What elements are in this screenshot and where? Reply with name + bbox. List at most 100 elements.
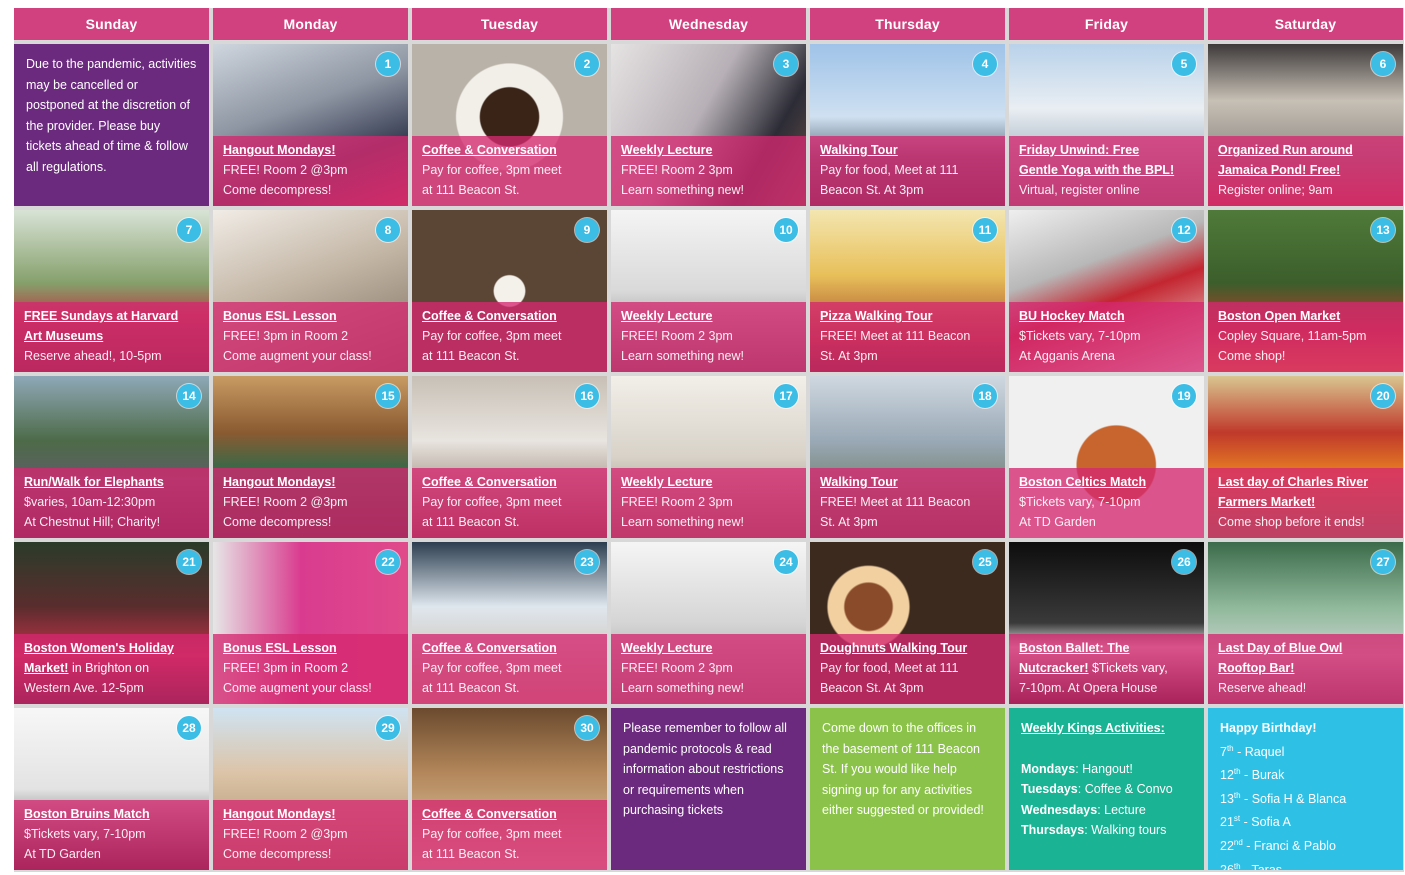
birthday-date-suffix: st <box>1233 814 1241 824</box>
event-detail: Beacon St. At 3pm <box>820 681 924 695</box>
day-cell[interactable]: 28 Boston Bruins Match $Tickets vary, 7-10… <box>14 708 209 870</box>
event-title-link-line2[interactable]: Gentle Yoga with the BPL! <box>1019 160 1198 180</box>
birthday-name: Burak <box>1251 768 1285 783</box>
day-cell[interactable]: 3 Weekly Lecture FREE! Room 2 3pm Learn som… <box>611 44 806 206</box>
birthday-date-suffix: th <box>1233 790 1241 800</box>
day-cell[interactable]: 9 Coffee & Conversation Pay for coffee, 3p… <box>412 210 607 372</box>
event-title-link-line2[interactable]: Art Museums <box>24 326 203 346</box>
day-cell[interactable]: 12 BU Hockey Match $Tickets vary, 7-10pm At… <box>1009 210 1204 372</box>
notice-offices: Come down to the offices in the basement… <box>810 708 1005 870</box>
day-cell[interactable]: 25 Doughnuts Walking Tour Pay for food, Me… <box>810 542 1005 704</box>
day-cell[interactable]: 6 Organized Run around Jamaica Pond! Free!… <box>1208 44 1403 206</box>
event-title-link[interactable]: Walking Tour <box>820 472 999 492</box>
weekly-kings-activities: Weekly Kings Activities: Mondays: Hangout… <box>1009 708 1204 870</box>
day-cell[interactable]: 26 Boston Ballet: The Nutcracker! $Tickets… <box>1009 542 1204 704</box>
kings-row: Mondays: Hangout! <box>1021 761 1133 776</box>
event-text: Walking Tour Pay for food, Meet at 111 Bea… <box>820 140 999 200</box>
day-cell[interactable]: 8 Bonus ESL Lesson FREE! 3pm in Room 2 Come… <box>213 210 408 372</box>
event-title-link[interactable]: Pizza Walking Tour <box>820 306 999 326</box>
event-title-link[interactable]: Friday Unwind: Free <box>1019 140 1198 160</box>
day-cell[interactable]: 13 Boston Open Market Copley Square, 11am-… <box>1208 210 1403 372</box>
weekday-header-friday: Friday <box>1009 8 1204 40</box>
event-title-link[interactable]: Weekly Lecture <box>621 140 800 160</box>
event-title-link[interactable]: Boston Celtics Match <box>1019 472 1198 492</box>
day-cell[interactable]: 27 Last Day of Blue Owl Rooftop Bar! Reserv… <box>1208 542 1403 704</box>
event-title-link[interactable]: Doughnuts Walking Tour <box>820 638 999 658</box>
event-title-link[interactable]: Hangout Mondays! <box>223 140 402 160</box>
event-title-link[interactable]: FREE Sundays at Harvard <box>24 306 203 326</box>
kings-title[interactable]: Weekly Kings Activities: <box>1021 718 1192 739</box>
day-cell[interactable]: 4 Walking Tour Pay for food, Meet at 111 Be… <box>810 44 1005 206</box>
event-detail-part: $Tickets vary, <box>1088 661 1168 675</box>
event-title-link[interactable]: Weekly Lecture <box>621 306 800 326</box>
day-number-badge: 30 <box>575 716 599 740</box>
birthday-date: 22 <box>1220 839 1234 854</box>
event-text: Weekly Lecture FREE! Room 2 3pm Learn some… <box>621 472 800 532</box>
day-number-badge: 7 <box>177 218 201 242</box>
event-title-link[interactable]: Walking Tour <box>820 140 999 160</box>
event-title-link[interactable]: Coffee & Conversation <box>422 306 601 326</box>
day-cell[interactable]: 16 Coffee & Conversation Pay for coffee, 3… <box>412 376 607 538</box>
event-text: BU Hockey Match $Tickets vary, 7-10pm At A… <box>1019 306 1198 366</box>
birthday-date-suffix: th <box>1233 767 1241 777</box>
day-cell[interactable]: 24 Weekly Lecture FREE! Room 2 3pm Learn so… <box>611 542 806 704</box>
day-cell[interactable]: 11 Pizza Walking Tour FREE! Meet at 111 Be… <box>810 210 1005 372</box>
day-cell[interactable]: 15 Hangout Mondays! FREE! Room 2 @3pm Come … <box>213 376 408 538</box>
day-cell[interactable]: 21 Boston Women's Holiday Market! in Brigh… <box>14 542 209 704</box>
event-title-link-line2[interactable]: Rooftop Bar! <box>1218 658 1397 678</box>
birthday-row: 22nd - Franci & Pablo <box>1220 838 1336 854</box>
event-title-link[interactable]: Organized Run around <box>1218 140 1397 160</box>
day-cell[interactable]: 22 Bonus ESL Lesson FREE! 3pm in Room 2 Com… <box>213 542 408 704</box>
day-cell[interactable]: 18 Walking Tour FREE! Meet at 111 Beacon St… <box>810 376 1005 538</box>
event-title-link[interactable]: Coffee & Conversation <box>422 638 601 658</box>
event-text: FREE Sundays at Harvard Art Museums Reserv… <box>24 306 203 366</box>
day-cell[interactable]: 17 Weekly Lecture FREE! Room 2 3pm Learn so… <box>611 376 806 538</box>
event-title-link[interactable]: Run/Walk for Elephants <box>24 472 203 492</box>
weekday-header-row: Sunday Monday Tuesday Wednesday Thursday Frid… <box>14 8 1404 40</box>
day-cell[interactable]: 5 Friday Unwind: Free Gentle Yoga with the… <box>1009 44 1204 206</box>
event-title-link[interactable]: Hangout Mondays! <box>223 472 402 492</box>
event-title-link-part[interactable]: Nutcracker! <box>1019 661 1088 675</box>
day-cell[interactable]: 14 Run/Walk for Elephants $varies, 10am-12… <box>14 376 209 538</box>
day-cell[interactable]: 19 Boston Celtics Match $Tickets vary, 7-1… <box>1009 376 1204 538</box>
event-title-link-line2[interactable]: Farmers Market! <box>1218 492 1397 512</box>
day-cell[interactable]: 20 Last day of Charles River Farmers Marke… <box>1208 376 1403 538</box>
event-title-link[interactable]: Bonus ESL Lesson <box>223 638 402 658</box>
event-title-link[interactable]: Weekly Lecture <box>621 638 800 658</box>
day-cell[interactable]: 30 Coffee & Conversation Pay for coffee, 3… <box>412 708 607 870</box>
event-title-link-line2[interactable]: Jamaica Pond! Free! <box>1218 160 1397 180</box>
event-title-link[interactable]: Boston Bruins Match <box>24 804 203 824</box>
notice-protocols: Please remember to follow all pandemic p… <box>611 708 806 870</box>
event-title-link-part[interactable]: Market! <box>24 661 68 675</box>
event-detail: At TD Garden <box>1019 515 1096 529</box>
event-title-link[interactable]: Hangout Mondays! <box>223 804 402 824</box>
day-cell[interactable]: 7 FREE Sundays at Harvard Art Museums Reser… <box>14 210 209 372</box>
event-title-link[interactable]: Last Day of Blue Owl <box>1218 638 1397 658</box>
event-detail: Come decompress! <box>223 847 332 861</box>
event-detail: at 111 Beacon St. <box>422 681 520 695</box>
event-title-link[interactable]: Coffee & Conversation <box>422 804 601 824</box>
event-title-link[interactable]: Weekly Lecture <box>621 472 800 492</box>
event-title-link[interactable]: Coffee & Conversation <box>422 140 601 160</box>
event-title-link[interactable]: Bonus ESL Lesson <box>223 306 402 326</box>
event-title-link[interactable]: Boston Ballet: The <box>1019 638 1198 658</box>
event-title-link[interactable]: Boston Women's Holiday <box>24 638 203 658</box>
weekday-header-tuesday: Tuesday <box>412 8 607 40</box>
day-cell[interactable]: 10 Weekly Lecture FREE! Room 2 3pm Learn so… <box>611 210 806 372</box>
day-cell[interactable]: 29 Hangout Mondays! FREE! Room 2 @3pm Come … <box>213 708 408 870</box>
day-cell[interactable]: 2 Coffee & Conversation Pay for coffee, 3p… <box>412 44 607 206</box>
birthday-date-suffix: nd <box>1233 838 1243 848</box>
day-number-badge: 15 <box>376 384 400 408</box>
event-title-link[interactable]: Coffee & Conversation <box>422 472 601 492</box>
event-detail: at 111 Beacon St. <box>422 183 520 197</box>
event-detail: FREE! 3pm in Room 2 <box>223 329 349 343</box>
event-title-link[interactable]: Last day of Charles River <box>1218 472 1397 492</box>
event-title-link[interactable]: BU Hockey Match <box>1019 306 1198 326</box>
day-number-badge: 29 <box>376 716 400 740</box>
event-detail: Come augment your class! <box>223 349 372 363</box>
birthday-date: 26 <box>1220 862 1234 870</box>
day-cell[interactable]: 23 Coffee & Conversation Pay for coffee, 3… <box>412 542 607 704</box>
note-cell: Weekly Kings Activities: Mondays: Hangout… <box>1009 708 1204 870</box>
day-cell[interactable]: 1 Hangout Mondays! FREE! Room 2 @3pm Come d… <box>213 44 408 206</box>
event-title-link[interactable]: Boston Open Market <box>1218 306 1397 326</box>
